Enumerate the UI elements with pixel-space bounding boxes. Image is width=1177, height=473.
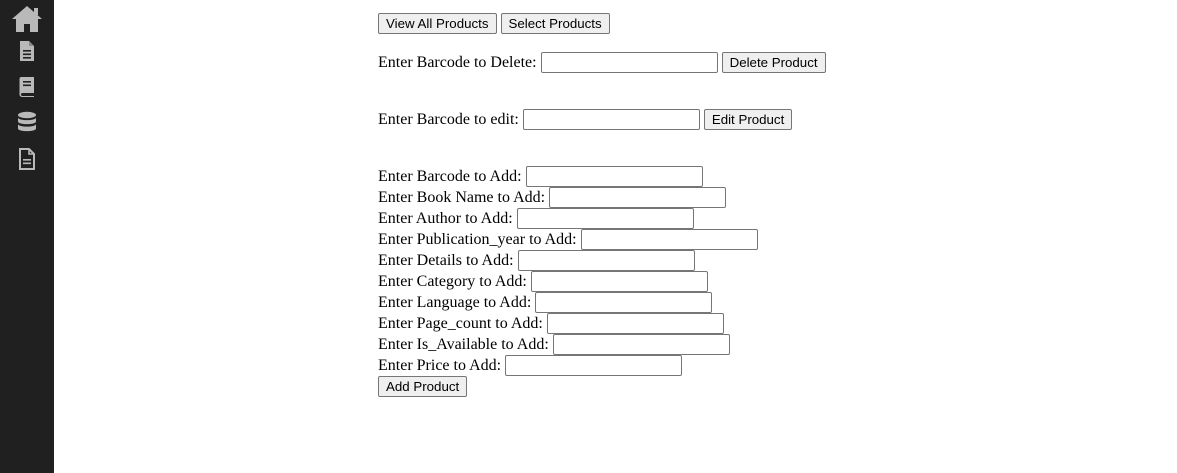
delete-product-button[interactable]: Delete Product [721, 52, 826, 73]
view-all-products-button[interactable]: View All Products [378, 13, 497, 34]
add-row-barcode: Enter Barcode to Add: [378, 166, 703, 187]
sidebar [0, 0, 54, 473]
add-publication-year-label: Enter Publication_year to Add: [378, 231, 577, 248]
top-buttons: View All Products Select Products [378, 13, 610, 34]
delete-barcode-input[interactable] [540, 52, 718, 73]
add-book-name-input[interactable] [549, 187, 727, 208]
add-category-input[interactable] [530, 271, 708, 292]
add-row-category: Enter Category to Add: [378, 271, 708, 292]
add-row-is-available: Enter Is_Available to Add: [378, 334, 730, 355]
add-is-available-label: Enter Is_Available to Add: [378, 336, 549, 353]
book-icon[interactable] [18, 76, 36, 98]
add-book-name-label: Enter Book Name to Add: [378, 189, 546, 206]
delete-row: Enter Barcode to Delete: Delete Product [378, 52, 826, 73]
add-publication-year-input[interactable] [580, 229, 758, 250]
add-row-page-count: Enter Page_count to Add: [378, 313, 724, 334]
edit-barcode-label: Enter Barcode to edit: [378, 111, 519, 128]
add-barcode-label: Enter Barcode to Add: [378, 168, 522, 185]
add-price-input[interactable] [505, 355, 683, 376]
add-details-input[interactable] [517, 250, 695, 271]
add-price-label: Enter Price to Add: [378, 357, 502, 374]
edit-product-button[interactable]: Edit Product [703, 109, 793, 130]
add-language-label: Enter Language to Add: [378, 294, 532, 311]
home-icon[interactable] [10, 4, 44, 34]
add-row-book-name: Enter Book Name to Add: [378, 187, 727, 208]
add-details-label: Enter Details to Add: [378, 252, 514, 269]
add-language-input[interactable] [535, 292, 713, 313]
add-product-button[interactable]: Add Product [378, 376, 468, 397]
delete-barcode-label: Enter Barcode to Delete: [378, 54, 537, 71]
edit-row: Enter Barcode to edit: Edit Product [378, 109, 793, 130]
add-row-author: Enter Author to Add: [378, 208, 694, 229]
select-products-button[interactable]: Select Products [500, 13, 610, 34]
add-author-label: Enter Author to Add: [378, 210, 513, 227]
add-row-price: Enter Price to Add: [378, 355, 683, 376]
add-row-details: Enter Details to Add: [378, 250, 695, 271]
add-row-publication-year: Enter Publication_year to Add: [378, 229, 758, 250]
add-category-label: Enter Category to Add: [378, 273, 527, 290]
file-icon[interactable] [18, 148, 36, 170]
add-barcode-input[interactable] [525, 166, 703, 187]
edit-barcode-input[interactable] [522, 109, 700, 130]
add-page-count-label: Enter Page_count to Add: [378, 315, 543, 332]
add-is-available-input[interactable] [552, 334, 730, 355]
add-author-input[interactable] [516, 208, 694, 229]
document-icon[interactable] [18, 40, 36, 62]
add-button-row: Add Product [378, 376, 468, 397]
add-row-language: Enter Language to Add: [378, 292, 713, 313]
add-page-count-input[interactable] [546, 313, 724, 334]
database-icon[interactable] [17, 111, 37, 133]
